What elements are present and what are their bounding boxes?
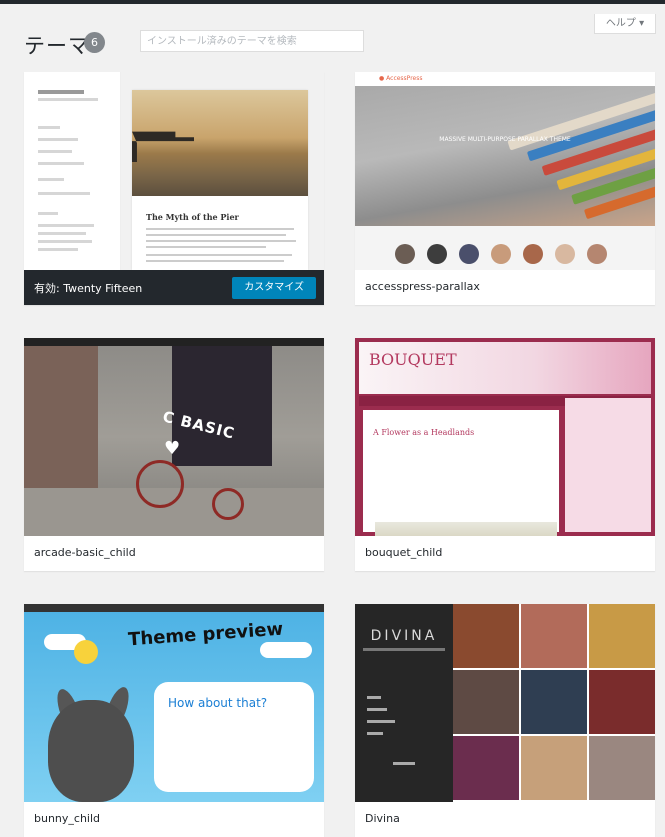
- theme-screenshot[interactable]: BOUQUET A Flower as a Headlands: [355, 338, 655, 536]
- theme-name: 有効: Twenty Fifteen: [34, 282, 143, 295]
- theme-screenshot[interactable]: DIVINA: [355, 604, 655, 802]
- theme-name: bouquet_child: [365, 546, 443, 559]
- theme-card-bunny-child[interactable]: Theme preview How about that? bunny_chil…: [24, 604, 324, 837]
- theme-screenshot[interactable]: C BASIC ♥: [24, 338, 324, 536]
- heart-icon: ♥: [164, 438, 181, 459]
- help-tab-button[interactable]: ヘルプ ▾: [594, 14, 656, 34]
- tricycle-photo: C BASIC ♥: [24, 338, 324, 536]
- theme-name-bar: bouquet_child: [355, 536, 655, 571]
- photo-gallery: [453, 604, 655, 802]
- bunny-photo: [48, 700, 134, 802]
- theme-count-badge: 6: [84, 32, 105, 53]
- pier-photo: [132, 90, 308, 196]
- deer-photo: [375, 522, 557, 536]
- theme-name-bar: Divina: [355, 802, 655, 837]
- theme-name-bar: accesspress-parallax: [355, 270, 655, 305]
- preview-post-title: The Myth of the Pier: [146, 212, 239, 222]
- theme-name-bar: 有効: Twenty Fifteen カスタマイズ: [24, 270, 324, 305]
- preview-tagline: MASSIVE MULTI-PURPOSE PARALLAX THEME: [439, 136, 571, 143]
- admin-top-border: [0, 0, 665, 4]
- customize-button[interactable]: カスタマイズ: [232, 277, 316, 299]
- preview-sidebar: [565, 398, 651, 532]
- preview-card: How about that?: [154, 682, 314, 792]
- theme-card-arcade-basic-child[interactable]: C BASIC ♥ arcade-basic_child: [24, 338, 324, 571]
- preview-logo: ● AccessPress: [379, 75, 423, 82]
- theme-name: Divina: [365, 812, 400, 825]
- theme-name: accesspress-parallax: [365, 280, 480, 293]
- preview-logo: BOUQUET: [369, 350, 457, 369]
- preview-sidebar: DIVINA: [355, 604, 453, 802]
- theme-card-divina[interactable]: DIVINA Divina: [355, 604, 655, 837]
- theme-name-bar: arcade-basic_child: [24, 536, 324, 571]
- page-title: テーマ: [24, 34, 90, 58]
- theme-name: bunny_child: [34, 812, 101, 825]
- theme-screenshot[interactable]: Theme preview How about that?: [24, 604, 324, 802]
- theme-search-input[interactable]: [140, 30, 364, 52]
- preview-nav: ● AccessPress: [355, 72, 655, 86]
- theme-card-accesspress-parallax[interactable]: ● AccessPress MASSIVE MULTI-PURPOSE PARA…: [355, 72, 655, 305]
- preview-sidebar: [24, 72, 121, 270]
- preview-post: The Myth of the Pier: [132, 90, 308, 270]
- theme-screenshot[interactable]: ● AccessPress MASSIVE MULTI-PURPOSE PARA…: [355, 72, 655, 270]
- theme-screenshot[interactable]: The Myth of the Pier: [24, 72, 324, 270]
- preview-logo: DIVINA: [370, 628, 438, 644]
- theme-name: arcade-basic_child: [34, 546, 136, 559]
- preview-post-title: A Flower as a Headlands: [373, 428, 475, 437]
- pencils-hero-image: MASSIVE MULTI-PURPOSE PARALLAX THEME: [355, 86, 655, 226]
- sun-icon: [74, 640, 98, 664]
- theme-card-bouquet-child[interactable]: BOUQUET A Flower as a Headlands bouquet_…: [355, 338, 655, 571]
- preview-header: BOUQUET: [359, 342, 651, 394]
- preview-card-title: How about that?: [168, 696, 268, 710]
- theme-card-twenty-fifteen[interactable]: The Myth of the Pier 有効: Twenty Fifteen …: [24, 72, 324, 305]
- theme-name-bar: bunny_child: [24, 802, 324, 837]
